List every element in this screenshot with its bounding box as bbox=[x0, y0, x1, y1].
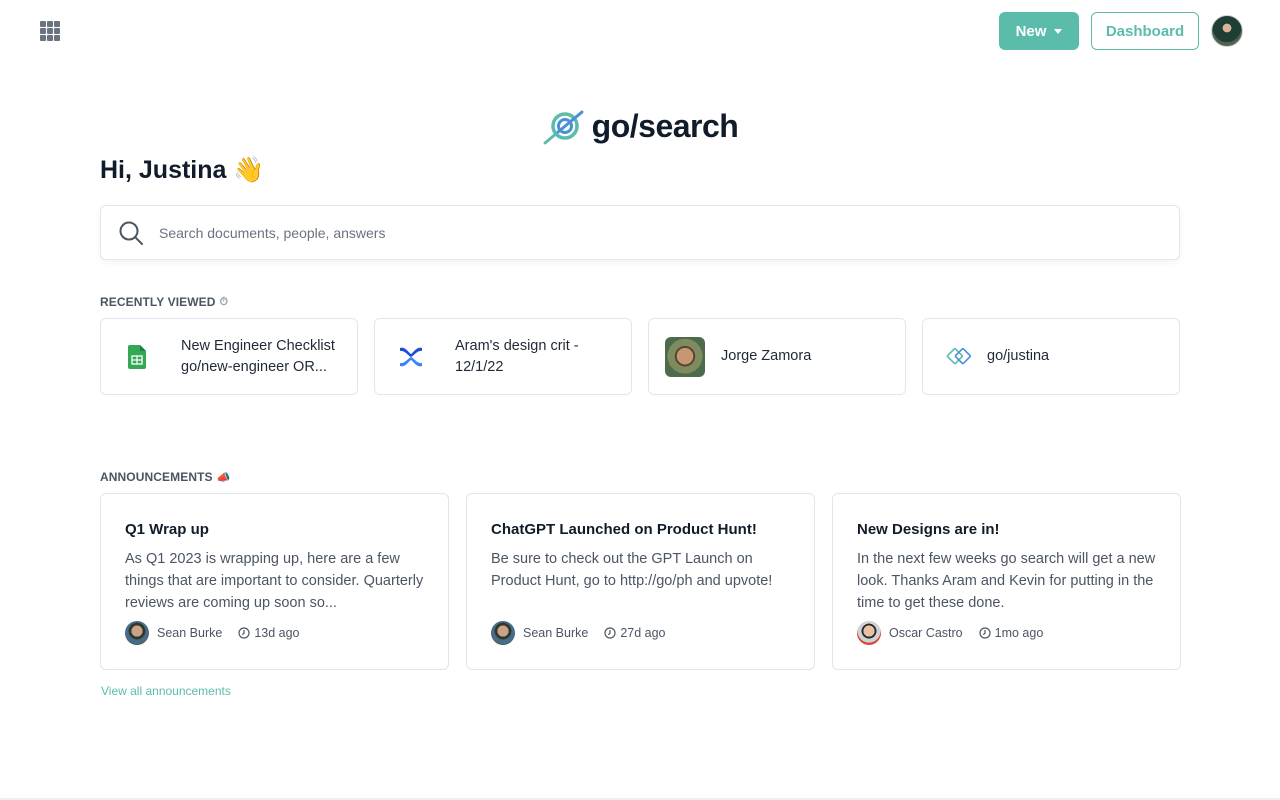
target-search-icon bbox=[543, 110, 584, 144]
grid-dot bbox=[54, 28, 60, 34]
confluence-icon bbox=[391, 337, 431, 377]
recent-item-text: Aram's design crit - 12/1/22 bbox=[455, 336, 625, 378]
recent-item-title: go/justina bbox=[987, 348, 1050, 364]
stopwatch-icon: ⏱ bbox=[219, 295, 229, 308]
announcement-body: In the next few weeks go search will get… bbox=[857, 551, 1156, 611]
new-button-label: New bbox=[1015, 22, 1047, 40]
announcement-body: As Q1 2023 is wrapping up, here are a fe… bbox=[125, 551, 424, 611]
recent-item-text: go/justina bbox=[987, 346, 1157, 367]
google-sheets-icon bbox=[117, 337, 157, 377]
clock-icon bbox=[604, 627, 616, 639]
golink-icon bbox=[939, 337, 979, 377]
grid-dot bbox=[54, 35, 60, 41]
author-name: Sean Burke bbox=[157, 626, 223, 640]
view-all-announcements-link[interactable]: View all announcements bbox=[101, 684, 231, 698]
author-name: Oscar Castro bbox=[889, 626, 963, 640]
grid-dot bbox=[40, 28, 46, 34]
author-avatar bbox=[491, 621, 515, 645]
recently-viewed-heading: RECENTLY VIEWED ⏱ bbox=[100, 295, 228, 309]
grid-dot bbox=[47, 35, 53, 41]
announcement-title: ChatGPT Launched on Product Hunt! bbox=[491, 521, 757, 538]
announcement-title: Q1 Wrap up bbox=[125, 521, 209, 538]
logo: go/search bbox=[0, 108, 1280, 145]
new-button[interactable]: New bbox=[999, 12, 1079, 50]
recent-item-title: New Engineer Checklist bbox=[181, 337, 335, 354]
grid-dot bbox=[40, 35, 46, 41]
search-input[interactable] bbox=[159, 224, 1179, 241]
megaphone-icon: 📣 bbox=[216, 471, 231, 484]
header-actions: New Dashboard bbox=[999, 12, 1243, 50]
timestamp: 1mo ago bbox=[979, 626, 1044, 640]
apps-grid-icon[interactable] bbox=[40, 21, 62, 41]
timestamp-text: 1mo ago bbox=[994, 626, 1044, 640]
recent-item[interactable]: go/justina bbox=[922, 318, 1180, 395]
grid-dot bbox=[47, 21, 53, 27]
recently-viewed-title: RECENTLY VIEWED bbox=[100, 295, 216, 309]
recent-item-subtitle: go/new-engineer OR... bbox=[181, 358, 327, 375]
recent-item[interactable]: Aram's design crit - 12/1/22 bbox=[374, 318, 632, 395]
search-icon bbox=[119, 221, 143, 245]
recent-item-title: Aram's design crit - bbox=[455, 337, 579, 354]
recent-item-subtitle: 12/1/22 bbox=[455, 358, 504, 375]
grid-dot bbox=[54, 21, 60, 27]
author-avatar bbox=[125, 621, 149, 645]
clock-icon bbox=[979, 627, 991, 639]
recent-item[interactable]: Jorge Zamora bbox=[648, 318, 906, 395]
recent-item-text: Jorge Zamora bbox=[721, 346, 891, 367]
dashboard-button[interactable]: Dashboard bbox=[1091, 12, 1199, 50]
announcements-list: Q1 Wrap up As Q1 2023 is wrapping up, he… bbox=[100, 493, 1181, 670]
caret-down-icon bbox=[1054, 29, 1063, 34]
announcement-meta: Sean Burke 13d ago bbox=[125, 621, 300, 645]
recent-item[interactable]: New Engineer Checklist go/new-engineer O… bbox=[100, 318, 358, 395]
author-name: Sean Burke bbox=[523, 626, 589, 640]
recent-item-text: New Engineer Checklist go/new-engineer O… bbox=[181, 336, 351, 378]
announcement-title: New Designs are in! bbox=[857, 521, 1000, 538]
author-avatar bbox=[857, 621, 881, 645]
clock-icon bbox=[238, 627, 250, 639]
announcement-meta: Sean Burke 27d ago bbox=[491, 621, 666, 645]
grid-dot bbox=[47, 28, 53, 34]
person-photo bbox=[665, 336, 705, 377]
recent-item-title: Jorge Zamora bbox=[721, 348, 812, 364]
timestamp: 27d ago bbox=[604, 626, 666, 640]
announcements-heading: ANNOUNCEMENTS 📣 bbox=[100, 470, 230, 484]
announcement-card[interactable]: Q1 Wrap up As Q1 2023 is wrapping up, he… bbox=[100, 493, 449, 670]
announcement-body: Be sure to check out the GPT Launch on P… bbox=[491, 551, 773, 589]
announcement-card[interactable]: ChatGPT Launched on Product Hunt! Be sur… bbox=[466, 493, 815, 670]
greeting: Hi, Justina 👋 bbox=[100, 156, 265, 184]
recently-viewed-list: New Engineer Checklist go/new-engineer O… bbox=[100, 318, 1180, 395]
timestamp: 13d ago bbox=[238, 626, 300, 640]
announcements-title: ANNOUNCEMENTS bbox=[100, 470, 213, 484]
timestamp-text: 27d ago bbox=[620, 626, 666, 640]
logo-text: go/search bbox=[591, 108, 739, 144]
user-avatar[interactable] bbox=[1211, 15, 1243, 47]
timestamp-text: 13d ago bbox=[254, 626, 300, 640]
person-avatar bbox=[665, 336, 705, 377]
grid-dot bbox=[40, 21, 46, 27]
search-bar[interactable] bbox=[100, 205, 1180, 260]
announcement-card[interactable]: New Designs are in! In the next few week… bbox=[832, 493, 1181, 670]
announcement-meta: Oscar Castro 1mo ago bbox=[857, 621, 1043, 645]
